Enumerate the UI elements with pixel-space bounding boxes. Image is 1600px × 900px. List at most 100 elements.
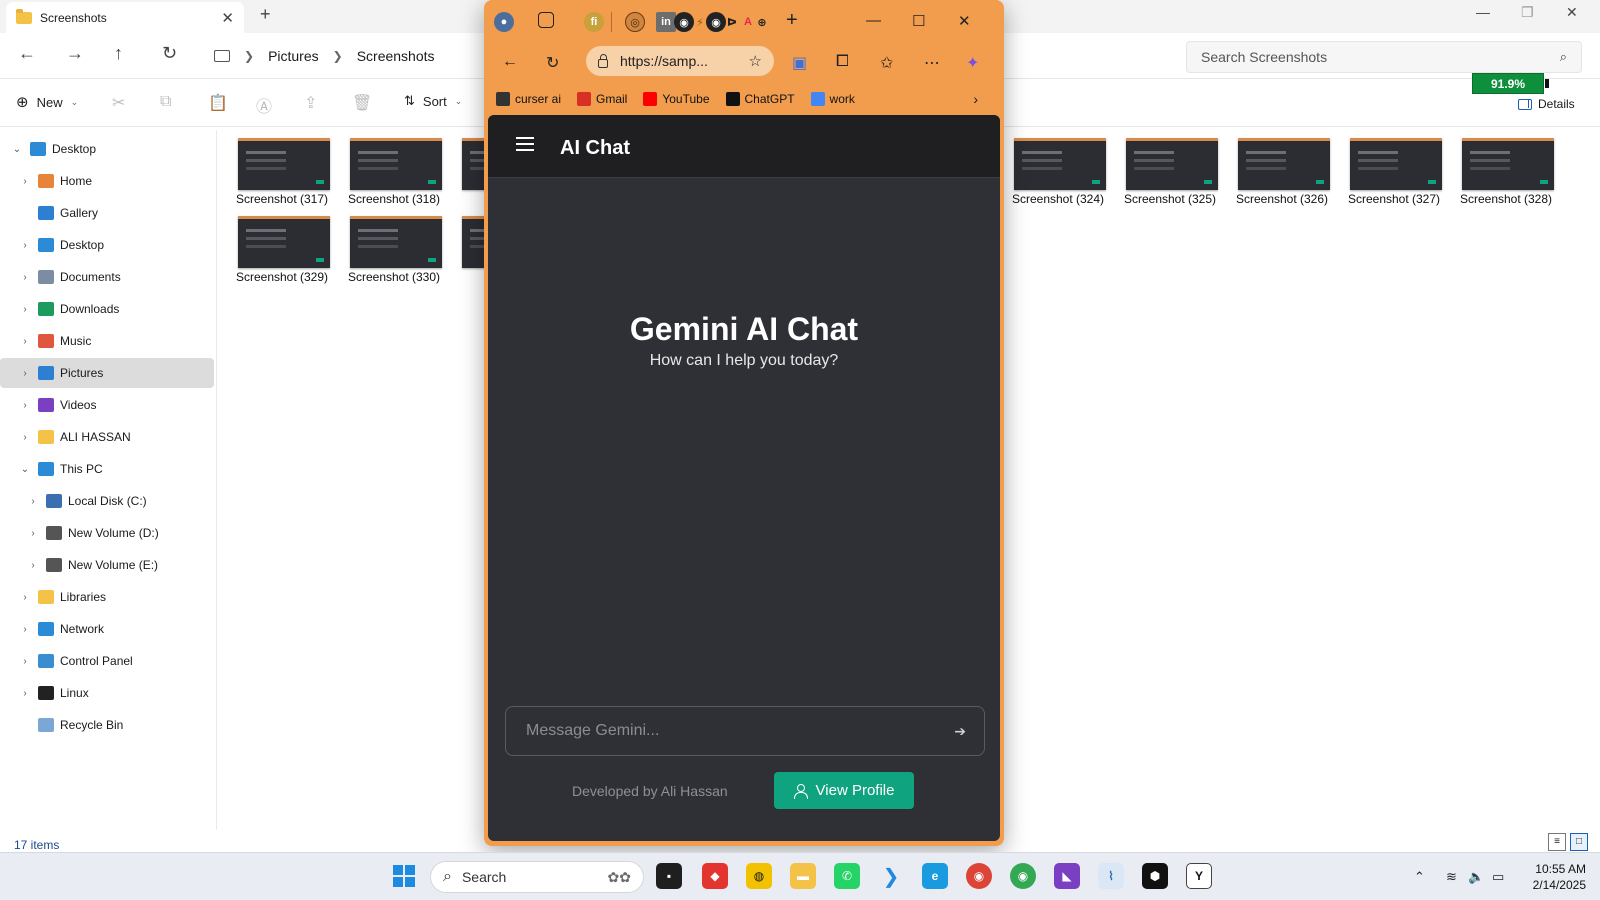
chevron-right-icon[interactable]: › xyxy=(18,624,32,635)
nav-item[interactable]: › Home xyxy=(0,166,214,196)
chrome-icon[interactable]: ◉ xyxy=(966,863,992,889)
performance-monitor-icon[interactable]: ⌇ xyxy=(1098,863,1124,889)
whatsapp-icon[interactable]: ✆ xyxy=(834,863,860,889)
nav-item[interactable]: › New Volume (D:) xyxy=(0,518,214,548)
yandex-icon[interactable]: Y xyxy=(1186,863,1212,889)
new-tab-button[interactable]: + xyxy=(260,4,271,25)
cut-icon[interactable]: ✂ xyxy=(112,93,125,113)
breadcrumb-pictures[interactable]: Pictures xyxy=(268,48,319,64)
chevron-right-icon[interactable]: › xyxy=(18,304,32,315)
nav-item[interactable]: Recycle Bin xyxy=(0,710,214,740)
bookmark-item[interactable]: YouTube xyxy=(643,92,710,106)
paste-icon[interactable]: 📋 xyxy=(208,93,228,113)
nav-item[interactable]: › Documents xyxy=(0,262,214,292)
details-pane-button[interactable]: Details xyxy=(1518,97,1575,111)
chevron-right-icon[interactable]: › xyxy=(18,272,32,283)
profile-avatar[interactable]: ● xyxy=(494,12,514,32)
file-explorer-icon[interactable]: ▬ xyxy=(790,863,816,889)
message-input[interactable] xyxy=(526,722,955,740)
nav-item[interactable]: › Music xyxy=(0,326,214,356)
chrome-profile-icon[interactable]: ◉ xyxy=(1010,863,1036,889)
file-thumbnail[interactable]: Screenshot (326) xyxy=(1226,134,1338,210)
chevron-right-icon[interactable]: › xyxy=(18,592,32,603)
visual-studio-icon[interactable]: ◣ xyxy=(1054,863,1080,889)
nav-item[interactable]: › Videos xyxy=(0,390,214,420)
chevron-down-icon[interactable]: ⌄ xyxy=(10,144,24,155)
chevron-right-icon[interactable]: › xyxy=(18,400,32,411)
hamburger-menu-icon[interactable] xyxy=(516,143,534,145)
bookmark-item[interactable]: Gmail xyxy=(577,92,627,106)
chevron-right-icon[interactable]: › xyxy=(26,528,40,539)
refresh-button[interactable]: ↻ xyxy=(162,43,177,64)
tab-favicon-1[interactable]: fi xyxy=(584,12,604,32)
list-view-button[interactable]: ≡ xyxy=(1548,833,1566,851)
minimize-button[interactable]: — xyxy=(1476,4,1490,20)
minimize-button[interactable]: — xyxy=(866,12,881,29)
nav-item[interactable]: › Control Panel xyxy=(0,646,214,676)
extensions-icon[interactable]: ⧠ xyxy=(836,53,849,71)
back-button[interactable]: ← xyxy=(18,43,36,64)
file-thumbnail[interactable]: Screenshot (328) xyxy=(1450,134,1562,210)
bookmark-item[interactable]: curser ai xyxy=(496,92,561,106)
chevron-right-icon[interactable]: › xyxy=(26,496,40,507)
task-view-icon[interactable]: ▪ xyxy=(656,863,682,889)
terminal-app-icon[interactable]: ⬢ xyxy=(1142,863,1168,889)
chevron-right-icon[interactable]: › xyxy=(18,336,32,347)
chevron-right-icon[interactable]: › xyxy=(973,91,978,107)
bookmark-item[interactable]: ChatGPT xyxy=(725,92,795,106)
delete-icon[interactable]: 🗑 xyxy=(352,93,372,113)
tab-favicon-2[interactable]: ◎ xyxy=(625,12,645,32)
workspaces-icon[interactable] xyxy=(538,12,554,28)
refresh-button[interactable]: ↻ xyxy=(546,53,559,73)
vscode-icon[interactable]: ❯ xyxy=(878,863,904,889)
nav-item[interactable]: › New Volume (E:) xyxy=(0,550,214,580)
nav-item[interactable]: ⌄ Desktop xyxy=(0,134,214,164)
copy-icon[interactable]: ⧉ xyxy=(160,93,171,111)
url-bar[interactable]: https://samp... ☆ xyxy=(586,46,774,76)
favorite-star-icon[interactable]: ☆ xyxy=(749,52,762,70)
favorites-icon[interactable]: ✩ xyxy=(880,53,893,73)
explorer-tab[interactable]: Screenshots ✕ xyxy=(6,2,244,33)
nav-item[interactable]: › Libraries xyxy=(0,582,214,612)
nav-item[interactable]: › Linux xyxy=(0,678,214,708)
system-clock[interactable]: 10:55 AM 2/14/2025 xyxy=(1526,861,1586,893)
file-thumbnail[interactable]: Screenshot (330) xyxy=(338,212,450,288)
nav-item[interactable]: › Pictures xyxy=(0,358,214,388)
nav-item[interactable]: › ALI HASSAN xyxy=(0,422,214,452)
file-thumbnail[interactable]: Screenshot (324) xyxy=(1002,134,1114,210)
chevron-right-icon[interactable]: › xyxy=(18,240,32,251)
nav-item[interactable]: › Downloads xyxy=(0,294,214,324)
rename-icon[interactable]: Ⓐ xyxy=(256,93,272,117)
chevron-right-icon[interactable]: › xyxy=(18,176,32,187)
wifi-icon[interactable]: ≋ xyxy=(1446,869,1457,885)
nav-item[interactable]: ⌄ This PC xyxy=(0,454,214,484)
chat-app-icon[interactable]: ◍ xyxy=(746,863,772,889)
pane-divider[interactable] xyxy=(216,130,217,830)
file-thumbnail[interactable]: Screenshot (329) xyxy=(226,212,338,288)
file-thumbnail[interactable]: Screenshot (318) xyxy=(338,134,450,210)
file-thumbnail[interactable]: Screenshot (325) xyxy=(1114,134,1226,210)
up-button[interactable]: ↑ xyxy=(114,43,123,64)
linkedin-icon[interactable]: in xyxy=(656,12,676,32)
chevron-down-icon[interactable]: ⌄ xyxy=(18,464,32,475)
restore-button[interactable]: ❐ xyxy=(1521,4,1534,21)
new-button[interactable]: ⊕ New ⌄ xyxy=(16,93,78,111)
chevron-right-icon[interactable]: › xyxy=(18,432,32,443)
chevron-right-icon[interactable]: › xyxy=(18,368,32,379)
taskbar-search[interactable]: ⌕ Search ✿✿ xyxy=(430,861,644,893)
forward-button[interactable]: → xyxy=(66,43,84,64)
close-window-button[interactable]: ✕ xyxy=(1566,4,1578,21)
search-input[interactable]: Search Screenshots ⌕ xyxy=(1186,41,1582,73)
bookmark-item[interactable]: work xyxy=(810,92,855,106)
close-icon[interactable]: ✕ xyxy=(221,9,234,27)
file-thumbnail[interactable]: Screenshot (327) xyxy=(1338,134,1450,210)
maximize-button[interactable]: ☐ xyxy=(912,12,925,30)
tiles-view-button[interactable]: □ xyxy=(1570,833,1588,851)
send-arrow-icon[interactable]: ➔ xyxy=(954,723,966,740)
nav-item[interactable]: › Network xyxy=(0,614,214,644)
more-menu-icon[interactable]: ⋯ xyxy=(924,53,940,73)
copilot-icon[interactable]: ✦ xyxy=(966,53,979,73)
close-window-button[interactable]: ✕ xyxy=(958,12,971,30)
edge-icon[interactable]: e xyxy=(922,863,948,889)
start-button[interactable] xyxy=(391,863,417,889)
